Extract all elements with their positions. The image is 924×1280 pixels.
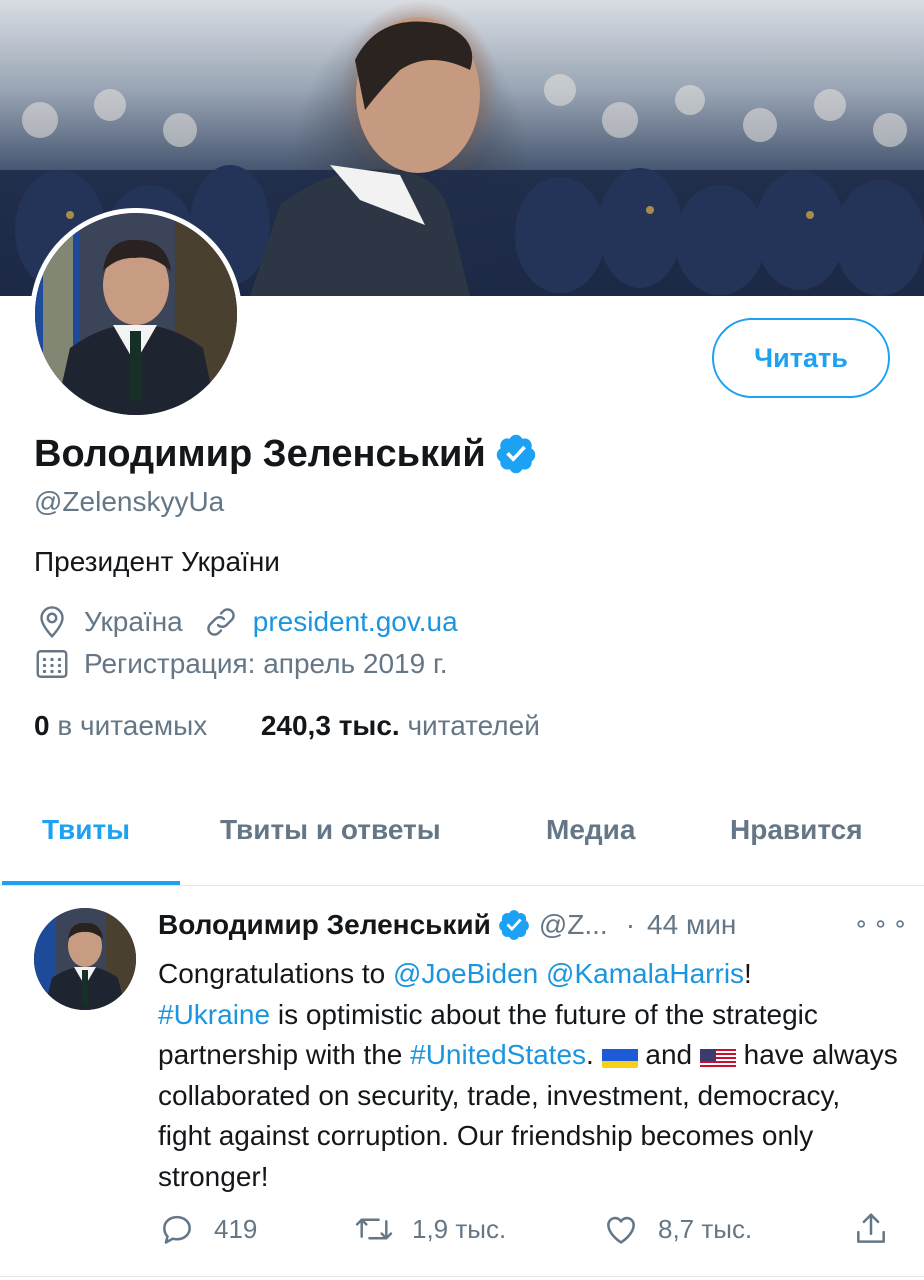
share-button[interactable] bbox=[852, 1210, 908, 1248]
tweet-more-options-icon[interactable]: ⚬⚬⚬ bbox=[852, 912, 910, 938]
reply-button[interactable]: 419 bbox=[158, 1210, 257, 1248]
share-icon bbox=[857, 1213, 885, 1243]
profile-meta-joined-row: Регистрация: апрель 2019 г. bbox=[34, 646, 448, 682]
hashtag-link-unitedstates[interactable]: #UnitedStates bbox=[410, 1039, 586, 1070]
reply-icon bbox=[163, 1215, 191, 1244]
heart-icon bbox=[607, 1216, 635, 1244]
tweet-author-avatar[interactable] bbox=[34, 908, 136, 1010]
profile-bio: Президент України bbox=[34, 546, 280, 577]
profile-avatar[interactable] bbox=[30, 208, 242, 420]
tweet-text-segment: . bbox=[586, 1039, 602, 1070]
profile-tabs: Твиты Твиты и ответы Медиа Нравится bbox=[0, 800, 924, 886]
tweet-time[interactable]: 44 мин bbox=[647, 909, 736, 941]
location-pin-icon bbox=[40, 606, 64, 638]
retweet-icon bbox=[355, 1218, 393, 1240]
following-count: 0 bbox=[34, 710, 50, 741]
following-stat[interactable]: 0 в читаемых bbox=[34, 710, 207, 741]
like-count: 8,7 тыс. bbox=[658, 1213, 753, 1244]
ukraine-flag-icon bbox=[601, 1044, 638, 1068]
profile-name-text: Володимир Зеленський bbox=[34, 432, 486, 475]
profile-meta-location-row: Україна president.gov.ua bbox=[34, 604, 458, 640]
avatar-photo bbox=[35, 213, 237, 415]
tab-likes[interactable]: Нравится bbox=[730, 814, 863, 846]
profile-name: Володимир Зеленський bbox=[34, 432, 538, 476]
followers-label: читателей bbox=[407, 710, 540, 741]
verified-badge-icon bbox=[498, 910, 529, 940]
followers-count: 240,3 тыс. bbox=[260, 710, 400, 741]
tab-tweets[interactable]: Твиты bbox=[42, 814, 130, 846]
follow-button[interactable]: Читать bbox=[712, 318, 890, 398]
tweet-author-handle: @Z... bbox=[538, 909, 608, 940]
tweet-text-segment: and bbox=[637, 1039, 700, 1070]
tweet-separator: · bbox=[625, 909, 636, 940]
verified-badge-icon bbox=[496, 434, 535, 474]
profile-location: Україна bbox=[84, 606, 183, 637]
tab-tweets-and-replies[interactable]: Твиты и ответы bbox=[220, 814, 441, 846]
us-flag-icon bbox=[699, 1044, 736, 1068]
tweet-text-segment: ! bbox=[744, 958, 752, 989]
profile-stats: 0 в читаемых 240,3 тыс. читателей bbox=[34, 710, 540, 742]
tweet-text: Congratulations to @JoeBiden @KamalaHarr… bbox=[158, 954, 898, 1197]
tab-media[interactable]: Медиа bbox=[546, 814, 635, 846]
tweet-text-segment bbox=[538, 958, 546, 989]
profile-joined-date: Регистрация: апрель 2019 г. bbox=[84, 648, 448, 679]
tweet-author-name[interactable]: Володимир Зеленський bbox=[158, 909, 491, 941]
mention-link-kamalaharris[interactable]: @KamalaHarris bbox=[546, 958, 744, 989]
following-label: в читаемых bbox=[57, 710, 208, 741]
tweet-actions: 419 1,9 тыс. 8,7 тыс. bbox=[0, 1210, 924, 1260]
followers-stat[interactable]: 240,3 тыс. читателей bbox=[261, 710, 540, 741]
mention-link-joebiden[interactable]: @JoeBiden bbox=[393, 958, 538, 989]
calendar-icon bbox=[36, 650, 68, 678]
tweet-divider bbox=[0, 1276, 924, 1277]
active-tab-indicator bbox=[2, 881, 180, 885]
retweet-button[interactable]: 1,9 тыс. bbox=[354, 1210, 506, 1248]
link-icon bbox=[207, 608, 235, 636]
tweet-avatar-photo bbox=[34, 908, 136, 1010]
tweet-text-segment: Congratulations to bbox=[158, 958, 394, 989]
tweet-header: Володимир Зеленський @Z... · 44 мин bbox=[158, 908, 736, 942]
reply-count: 419 bbox=[214, 1213, 258, 1244]
profile-handle: @ZelenskyyUa bbox=[34, 486, 225, 517]
retweet-count: 1,9 тыс. bbox=[412, 1213, 507, 1244]
like-button[interactable]: 8,7 тыс. bbox=[602, 1210, 752, 1248]
hashtag-link-ukraine[interactable]: #Ukraine bbox=[158, 999, 270, 1030]
profile-website-link[interactable]: president.gov.ua bbox=[253, 606, 458, 638]
